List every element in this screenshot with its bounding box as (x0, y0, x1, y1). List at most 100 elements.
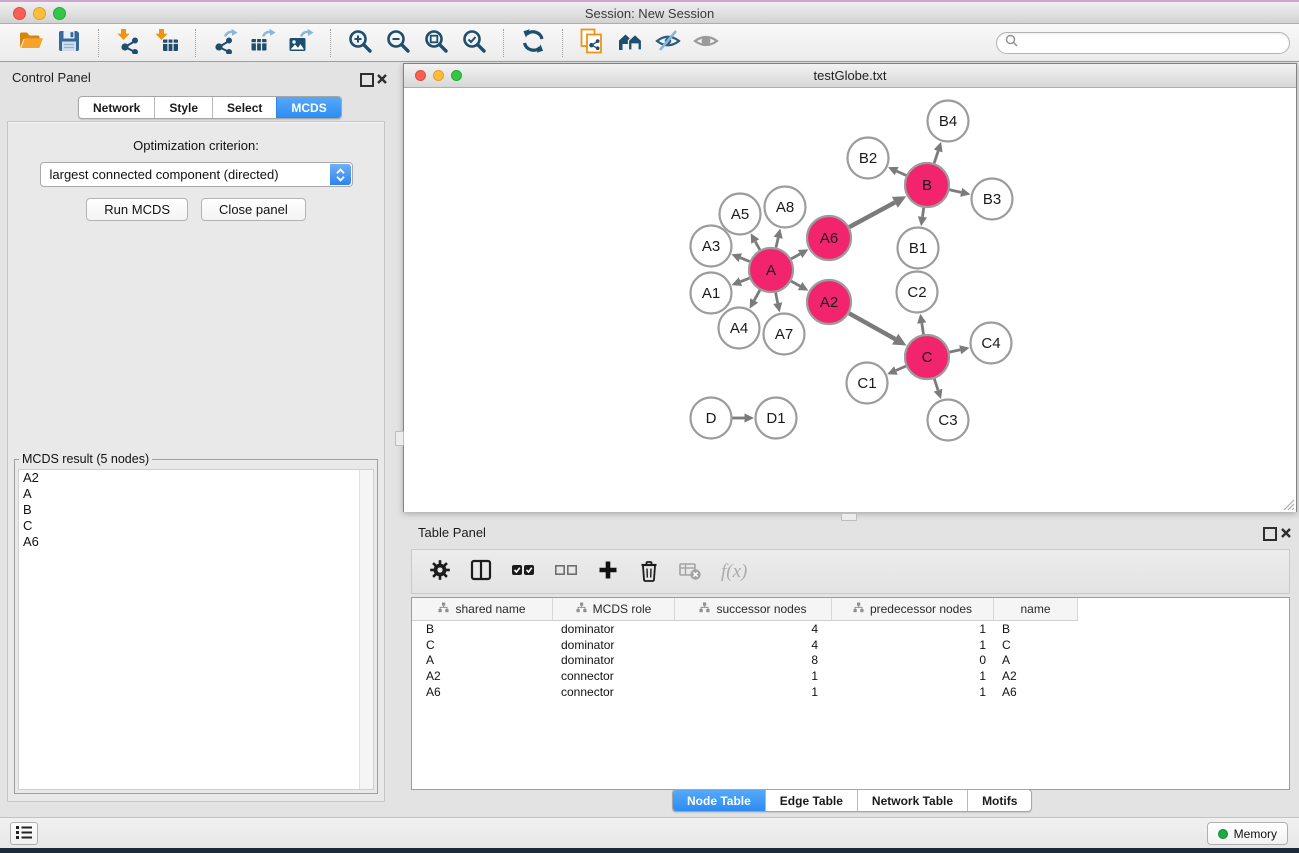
table-cell[interactable]: C (994, 638, 1078, 652)
hide-selected-button[interactable] (652, 28, 684, 58)
graph-node-C2[interactable]: C2 (897, 272, 938, 313)
apply-layout-button[interactable] (517, 28, 549, 58)
column-header-name[interactable]: name (994, 598, 1078, 621)
zoom-out-button[interactable] (382, 28, 414, 58)
tab-mcds[interactable]: MCDS (276, 97, 340, 118)
graph-edge-A-A1[interactable] (732, 277, 750, 286)
graph-node-A[interactable]: A (749, 248, 793, 292)
graph-edge-A6-B[interactable] (849, 196, 906, 227)
table-cell[interactable]: 1 (832, 638, 994, 652)
trash-button[interactable] (638, 559, 660, 585)
graph-node-A1[interactable]: A1 (691, 273, 732, 314)
table-row[interactable]: A6connector11A6 (412, 684, 1289, 700)
tab-select[interactable]: Select (212, 97, 276, 118)
export-image-button[interactable] (285, 28, 317, 58)
tab-node-table[interactable]: Node Table (673, 790, 765, 811)
select-all-button[interactable] (511, 559, 535, 584)
close-panel-button[interactable]: Close panel (201, 198, 306, 221)
export-network-button[interactable] (209, 28, 241, 58)
table-cell[interactable]: A (994, 653, 1078, 667)
table-cell[interactable]: A2 (412, 669, 553, 683)
table-cell[interactable]: C (412, 638, 553, 652)
graph-edge-B-B2[interactable] (888, 167, 906, 176)
table-cell[interactable]: A6 (994, 685, 1078, 699)
table-cell[interactable]: 1 (832, 622, 994, 636)
function-builder-button[interactable]: f(x) (721, 561, 747, 583)
table-cell[interactable]: 1 (675, 669, 832, 683)
import-table-button[interactable] (150, 28, 182, 58)
graph-node-B2[interactable]: B2 (848, 138, 889, 179)
graph-node-A8[interactable]: A8 (765, 187, 806, 228)
graph-node-A2[interactable]: A2 (807, 280, 851, 324)
show-all-button[interactable] (690, 28, 722, 58)
column-header-successor-nodes[interactable]: successor nodes (675, 598, 832, 621)
panel-divider-handle[interactable] (395, 431, 404, 446)
split-panel-button[interactable] (470, 559, 492, 584)
new-network-from-selection-button[interactable] (576, 28, 608, 58)
add-button[interactable] (597, 559, 619, 584)
table-cell[interactable]: 1 (832, 685, 994, 699)
graph-edge-B-B1[interactable] (918, 208, 927, 226)
column-header-MCDS-role[interactable]: MCDS role (553, 598, 675, 621)
graph-edge-C-C2[interactable] (917, 314, 926, 335)
table-row[interactable]: Adominator80A (412, 653, 1289, 669)
resize-grip-icon[interactable] (1281, 497, 1295, 511)
graph-edge-C-C1[interactable] (887, 366, 906, 375)
panel-divider-handle[interactable] (841, 513, 857, 521)
control-panel-float-button[interactable] (360, 73, 374, 87)
zoom-in-button[interactable] (344, 28, 376, 58)
table-cell[interactable]: 4 (675, 622, 832, 636)
graph-edge-B-B4[interactable] (934, 142, 943, 163)
table-cell[interactable]: dominator (553, 653, 675, 667)
graph-node-A3[interactable]: A3 (691, 226, 732, 267)
tab-network-table[interactable]: Network Table (857, 790, 967, 811)
column-header-predecessor-nodes[interactable]: predecessor nodes (832, 598, 994, 621)
table-cell[interactable]: dominator (553, 622, 675, 636)
table-cell[interactable]: 1 (675, 685, 832, 699)
table-cell[interactable]: A6 (412, 685, 553, 699)
graph-node-C[interactable]: C (905, 335, 949, 379)
table-panel-close-button[interactable] (1280, 526, 1292, 538)
open-session-button[interactable] (15, 28, 47, 58)
show-panels-button[interactable] (10, 822, 38, 845)
table-cell[interactable]: dominator (553, 638, 675, 652)
clear-table-button[interactable] (679, 560, 702, 584)
memory-button[interactable]: Memory (1207, 822, 1288, 845)
graph-edge-A-A5[interactable] (751, 233, 760, 250)
graph-edge-A-A3[interactable] (731, 253, 749, 262)
save-session-button[interactable] (53, 28, 85, 58)
table-cell[interactable]: connector (553, 669, 675, 683)
graph-edge-A-A7[interactable] (773, 293, 782, 313)
result-list-scrollbar[interactable] (359, 470, 373, 789)
graph-edge-A-A2[interactable] (791, 281, 808, 291)
tab-network[interactable]: Network (79, 97, 154, 118)
graph-edge-B-B3[interactable] (950, 188, 971, 197)
run-mcds-button[interactable]: Run MCDS (86, 198, 188, 221)
table-cell[interactable]: 4 (675, 638, 832, 652)
table-cell[interactable]: 1 (832, 669, 994, 683)
graph-edge-A2-C[interactable] (849, 313, 906, 345)
graph-node-A5[interactable]: A5 (720, 194, 761, 235)
graph-edge-A-A6[interactable] (791, 249, 808, 259)
mcds-result-list[interactable]: A2ABCA6 (18, 469, 374, 790)
zoom-selected-button[interactable] (458, 28, 490, 58)
graph-edge-A-A4[interactable] (750, 290, 760, 309)
graph-edge-A-A8[interactable] (774, 229, 783, 248)
tab-motifs[interactable]: Motifs (967, 790, 1031, 811)
zoom-fit-button[interactable] (420, 28, 452, 58)
deselect-all-button[interactable] (554, 559, 578, 584)
table-cell[interactable]: A2 (994, 669, 1078, 683)
import-network-button[interactable] (112, 28, 144, 58)
table-row[interactable]: A2connector11A2 (412, 668, 1289, 684)
graph-edge-C-C3[interactable] (934, 379, 943, 399)
column-header-shared-name[interactable]: shared name (412, 598, 553, 621)
graph-node-C1[interactable]: C1 (847, 363, 888, 404)
graph-node-C4[interactable]: C4 (971, 323, 1012, 364)
table-row[interactable]: Cdominator41C (412, 637, 1289, 653)
graph-edge-D-D1[interactable] (733, 413, 755, 422)
tab-style[interactable]: Style (154, 97, 212, 118)
export-table-button[interactable] (247, 28, 279, 58)
search-input[interactable] (1023, 35, 1289, 51)
graph-node-B1[interactable]: B1 (898, 228, 939, 269)
control-panel-close-button[interactable] (376, 72, 388, 84)
